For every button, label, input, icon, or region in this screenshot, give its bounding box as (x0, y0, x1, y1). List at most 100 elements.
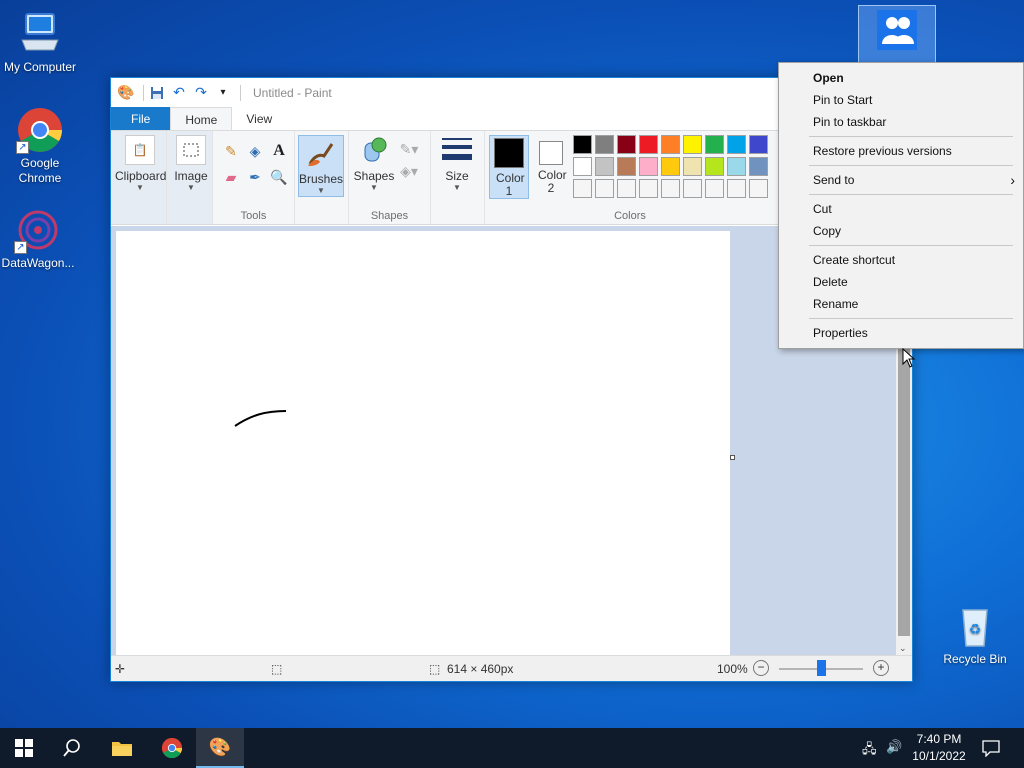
paint-taskbar-button[interactable]: 🎨 (196, 728, 244, 768)
color-swatch[interactable] (595, 157, 614, 176)
color-swatch[interactable] (639, 179, 658, 198)
drawing-canvas[interactable] (116, 231, 730, 656)
color-swatch[interactable] (683, 179, 702, 198)
chrome-icon: ↗ (16, 106, 64, 154)
menu-item-delete[interactable]: Delete (813, 272, 848, 292)
clipboard-button[interactable]: 📋 Clipboard ▼ (115, 135, 166, 192)
brushes-button[interactable]: Brushes ▼ (298, 135, 344, 197)
menu-item-copy[interactable]: Copy (813, 221, 841, 241)
paint-app-icon[interactable]: 🎨 (117, 84, 135, 102)
canvas-stroke (234, 410, 287, 427)
color2-swatch (539, 141, 563, 165)
color-swatch[interactable] (661, 179, 680, 198)
paint-icon: 🎨 (208, 736, 232, 757)
menu-item-cut[interactable]: Cut (813, 199, 832, 219)
group-brushes: Brushes ▼ (295, 131, 349, 224)
color-picker-icon[interactable]: ✒ (245, 167, 265, 187)
color1-button[interactable]: Color 1 (489, 135, 529, 199)
color-swatch[interactable] (617, 135, 636, 154)
color2-button[interactable]: Color 2 (533, 135, 569, 195)
image-button[interactable]: Image ▼ (171, 135, 211, 192)
zoom-slider-thumb[interactable] (817, 660, 826, 676)
shapes-button[interactable]: Shapes ▼ (353, 135, 395, 192)
search-icon (63, 739, 80, 757)
save-icon[interactable] (148, 84, 166, 102)
color-swatch[interactable] (617, 157, 636, 176)
color-swatch[interactable] (661, 135, 680, 154)
menu-item-pin-to-start[interactable]: Pin to Start (813, 90, 872, 110)
chrome-taskbar-button[interactable] (148, 728, 196, 768)
pencil-icon[interactable]: ✎ (221, 141, 241, 161)
chevron-down-icon: ▼ (317, 186, 325, 195)
desktop-icon-google-chrome[interactable]: ↗ Google Chrome (0, 106, 80, 186)
desktop-icon-label: Google Chrome (18, 156, 62, 185)
color-swatch[interactable] (749, 157, 768, 176)
color-swatch[interactable] (639, 157, 658, 176)
notifications-icon[interactable] (982, 739, 1000, 760)
menu-item-restore-previous-versions[interactable]: Restore previous versions (813, 141, 952, 161)
color1-label: Color 1 (496, 171, 525, 198)
tab-home[interactable]: Home (170, 107, 233, 130)
menu-item-open[interactable]: Open (813, 68, 844, 88)
color-swatch[interactable] (749, 135, 768, 154)
color-swatch[interactable] (705, 179, 724, 198)
color-swatch[interactable] (727, 135, 746, 154)
canvas-resize-handle[interactable] (730, 455, 735, 460)
color-swatch[interactable] (683, 135, 702, 154)
volume-icon[interactable]: 🔊 (886, 739, 902, 755)
menu-item-send-to[interactable]: Send to (813, 170, 854, 190)
color-swatch[interactable] (573, 157, 592, 176)
color-swatch[interactable] (727, 157, 746, 176)
menu-item-rename[interactable]: Rename (813, 294, 858, 314)
network-icon[interactable]: 🖧 (862, 740, 877, 762)
magnifier-icon[interactable]: 🔍 (269, 167, 289, 187)
color-swatch[interactable] (617, 179, 636, 198)
color-swatch[interactable] (661, 157, 680, 176)
zoom-in-icon[interactable]: + (873, 660, 889, 676)
color-swatch[interactable] (705, 135, 724, 154)
group-clipboard: 📋 Clipboard ▼ (111, 131, 167, 224)
desktop-icon-recycle-bin[interactable]: ♻ Recycle Bin (935, 602, 1015, 667)
computer-icon (16, 10, 64, 58)
color-swatch[interactable] (683, 157, 702, 176)
tab-view[interactable]: View (232, 107, 286, 130)
redo-icon[interactable]: ↷ (192, 84, 210, 102)
color-swatch[interactable] (573, 179, 592, 198)
mouse-cursor-icon (902, 347, 916, 371)
cursor-position-icon: ✛ (115, 662, 126, 676)
scrollbar-thumb[interactable] (898, 346, 910, 636)
color-swatch[interactable] (727, 179, 746, 198)
text-icon[interactable]: A (269, 141, 289, 161)
customize-toolbar-icon[interactable]: ▾ (214, 84, 232, 102)
color-swatch[interactable] (573, 135, 592, 154)
menu-item-properties[interactable]: Properties (813, 323, 868, 343)
menu-item-create-shortcut[interactable]: Create shortcut (813, 250, 895, 270)
desktop-icon-my-computer[interactable]: My Computer (0, 10, 80, 75)
menu-item-pin-to-taskbar[interactable]: Pin to taskbar (813, 112, 886, 132)
color-swatch[interactable] (595, 135, 614, 154)
tab-file[interactable]: File (111, 107, 171, 130)
zoom-out-icon[interactable]: − (753, 660, 769, 676)
file-explorer-button[interactable] (98, 728, 146, 768)
outline-icon[interactable]: ✎▾ (399, 139, 419, 159)
brushes-label: Brushes (299, 172, 344, 186)
color-swatch[interactable] (705, 157, 724, 176)
size-button[interactable]: Size ▼ (437, 135, 477, 192)
fill-shape-icon[interactable]: ◈▾ (399, 161, 419, 181)
shortcut-arrow-icon: ↗ (14, 241, 27, 254)
color-swatch[interactable] (749, 179, 768, 198)
desktop-icon-selected[interactable] (858, 5, 936, 65)
search-button[interactable] (48, 728, 96, 768)
color-swatch[interactable] (639, 135, 658, 154)
menu-divider (809, 245, 1013, 246)
desktop-icon-datawagon[interactable]: ↗ DataWagon... (0, 206, 78, 271)
fill-icon[interactable]: ◈ (245, 141, 265, 161)
eraser-icon[interactable]: ▰ (221, 167, 241, 187)
system-clock[interactable]: 7:40 PM 10/1/2022 (904, 731, 974, 765)
color-swatch[interactable] (595, 179, 614, 198)
scroll-down-icon[interactable]: ⌄ (899, 643, 907, 654)
start-button[interactable] (0, 728, 48, 768)
clock-time: 7:40 PM (916, 732, 962, 746)
divider (240, 84, 241, 101)
undo-icon[interactable]: ↶ (170, 84, 188, 102)
